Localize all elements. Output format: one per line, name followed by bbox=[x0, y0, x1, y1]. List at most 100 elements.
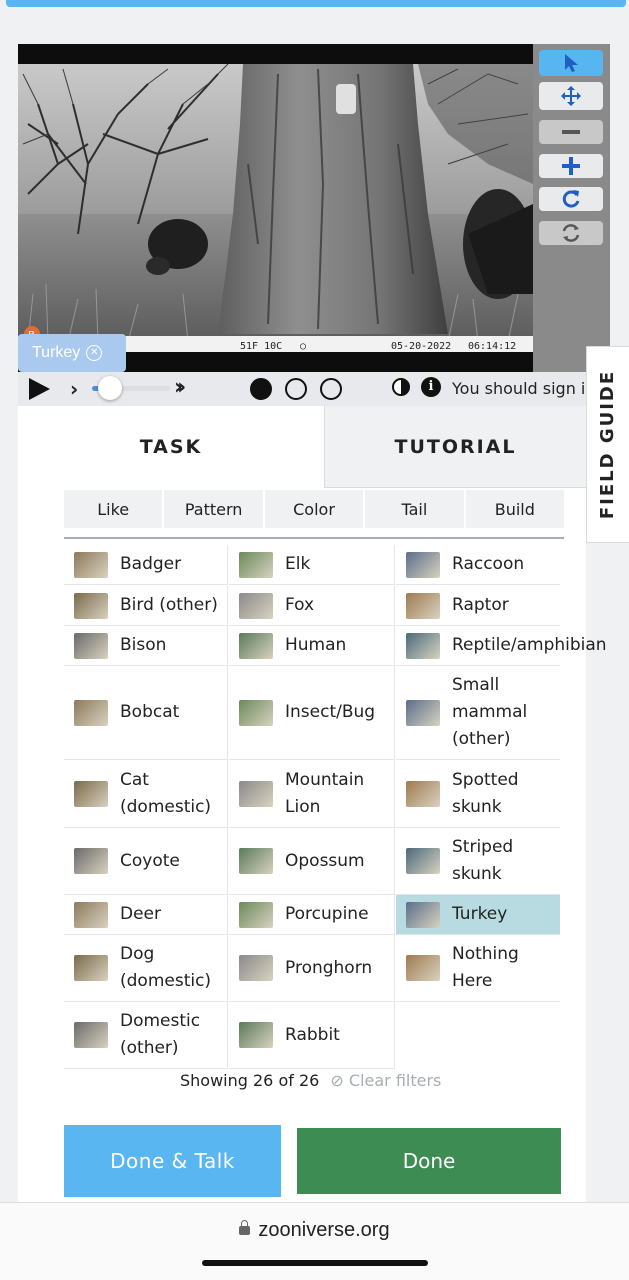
species-label: Fox bbox=[285, 592, 314, 619]
species-label-line: Insect/Bug bbox=[285, 702, 376, 722]
species-thumbnail bbox=[239, 901, 273, 928]
camera-trap-image[interactable]: 51F 10C ○ 05-20-2022 06:14:12 B bbox=[18, 44, 533, 372]
species-choice[interactable]: Cat (domestic) bbox=[64, 760, 228, 828]
species-thumbnail bbox=[74, 632, 108, 659]
zoom-out-button[interactable] bbox=[539, 120, 603, 144]
species-thumbnail bbox=[406, 632, 440, 659]
species-label: Bobcat bbox=[120, 699, 179, 726]
home-indicator[interactable] bbox=[202, 1260, 428, 1266]
fast-forward-icon[interactable]: ›› bbox=[174, 375, 186, 400]
frame-dot-3[interactable] bbox=[320, 378, 342, 400]
species-label-line: Coyote bbox=[120, 850, 180, 871]
species-choice[interactable]: Mountain Lion bbox=[229, 760, 395, 828]
species-choice[interactable]: Raccoon bbox=[396, 545, 560, 585]
speed-slider-handle[interactable] bbox=[98, 376, 122, 400]
selected-species-tag[interactable]: Turkey ✕ bbox=[18, 334, 126, 372]
species-choice[interactable]: Rabbit bbox=[229, 1002, 395, 1069]
rotate-button[interactable] bbox=[539, 187, 603, 211]
species-choice[interactable]: Badger bbox=[64, 545, 228, 585]
subject-viewer[interactable]: 51F 10C ○ 05-20-2022 06:14:12 B bbox=[18, 44, 610, 374]
species-label: Deer bbox=[120, 901, 161, 928]
species-label-line: Deer bbox=[120, 904, 161, 924]
species-choice[interactable]: Bobcat bbox=[64, 666, 228, 760]
reset-view-button[interactable] bbox=[539, 221, 603, 245]
clear-filters-button[interactable]: ⊘ Clear filters bbox=[330, 1071, 441, 1090]
species-choice[interactable]: Pronghorn bbox=[229, 935, 395, 1002]
species-label-line: Opossum bbox=[285, 850, 365, 871]
species-thumbnail bbox=[239, 780, 273, 807]
species-choice[interactable]: Opossum bbox=[229, 828, 395, 895]
species-label-line: Domestic bbox=[120, 1011, 201, 1031]
frame-dot-2[interactable] bbox=[285, 378, 307, 400]
filter-divider bbox=[64, 537, 564, 539]
species-choice[interactable]: Bird (other) bbox=[64, 586, 228, 626]
top-header-bar bbox=[0, 0, 629, 10]
select-tool-button[interactable] bbox=[539, 50, 603, 76]
tab-task[interactable]: TASK bbox=[18, 406, 324, 488]
image-tools-panel bbox=[533, 44, 610, 374]
done-button[interactable]: Done bbox=[297, 1128, 561, 1194]
species-choice[interactable]: Insect/Bug bbox=[229, 666, 395, 760]
species-label-line: (domestic) bbox=[120, 796, 212, 817]
species-thumbnail bbox=[74, 699, 108, 726]
species-choice[interactable]: Turkey bbox=[396, 895, 560, 935]
remove-tag-icon[interactable]: ✕ bbox=[86, 345, 103, 361]
species-thumbnail bbox=[239, 592, 273, 619]
species-label-line: skunk bbox=[452, 864, 502, 884]
refresh-icon bbox=[562, 224, 580, 242]
species-choice[interactable]: Dog (domestic) bbox=[64, 935, 228, 1002]
filter-like[interactable]: Like bbox=[64, 490, 163, 528]
step-forward-icon[interactable]: › bbox=[70, 377, 78, 401]
species-choice[interactable]: Coyote bbox=[64, 828, 228, 895]
species-label-line: Reptile/amphibian bbox=[452, 635, 607, 655]
species-label-line: Mountain bbox=[285, 769, 365, 790]
species-label: Nothing Here bbox=[452, 941, 519, 995]
species-label: Spotted skunk bbox=[452, 767, 519, 821]
species-thumbnail bbox=[406, 848, 440, 874]
species-label: Rabbit bbox=[285, 1022, 340, 1049]
species-label: Insect/Bug bbox=[285, 699, 375, 726]
zoom-in-button[interactable] bbox=[539, 154, 603, 178]
frame-dot-1[interactable] bbox=[250, 378, 272, 400]
cursor-arrow-icon bbox=[565, 54, 578, 72]
info-icon[interactable]: i bbox=[421, 377, 441, 397]
species-label-line: Dog bbox=[120, 944, 155, 964]
species-thumbnail bbox=[239, 848, 273, 874]
species-choice[interactable]: Domestic (other) bbox=[64, 1002, 228, 1069]
playback-bar: › ›› i You should sign in bbox=[18, 372, 610, 406]
species-choice[interactable]: Human bbox=[229, 626, 395, 666]
species-choice[interactable]: Elk bbox=[229, 545, 395, 585]
species-thumbnail bbox=[239, 632, 273, 659]
minus-icon bbox=[562, 130, 580, 134]
species-thumbnail bbox=[406, 551, 440, 578]
species-label-line: Here bbox=[452, 971, 493, 991]
filter-build[interactable]: Build bbox=[465, 490, 565, 528]
play-icon[interactable] bbox=[26, 376, 52, 402]
species-thumbnail bbox=[74, 780, 108, 807]
species-choice[interactable]: Deer bbox=[64, 895, 228, 935]
field-guide-tab[interactable]: FIELD GUIDE bbox=[586, 346, 629, 543]
species-choice[interactable]: Striped skunk bbox=[396, 828, 560, 895]
species-label: Domestic (other) bbox=[120, 1008, 200, 1062]
stamp-time: 06:14:12 bbox=[468, 341, 516, 352]
species-choice[interactable]: Spotted skunk bbox=[396, 760, 560, 828]
filter-tail[interactable]: Tail bbox=[365, 490, 464, 528]
invert-contrast-icon[interactable] bbox=[392, 378, 410, 396]
species-label-line: Bobcat bbox=[120, 702, 180, 722]
species-choice[interactable]: Raptor bbox=[396, 586, 560, 626]
filter-pattern[interactable]: Pattern bbox=[164, 490, 263, 528]
tab-tutorial[interactable]: TUTORIAL bbox=[324, 406, 586, 488]
species-choice[interactable]: Fox bbox=[229, 586, 395, 626]
species-choice[interactable]: Reptile/amphibian bbox=[396, 626, 607, 666]
species-choice[interactable]: Small mammal (other) bbox=[396, 666, 560, 760]
pan-tool-button[interactable] bbox=[539, 82, 603, 110]
species-choice[interactable]: Porcupine bbox=[229, 895, 395, 935]
species-thumbnail bbox=[406, 699, 440, 726]
species-choice[interactable]: Bison bbox=[64, 626, 228, 666]
url-text: zooniverse.org bbox=[258, 1219, 390, 1241]
species-thumbnail bbox=[239, 1022, 273, 1048]
species-choice[interactable]: Nothing Here bbox=[396, 935, 560, 1002]
browser-address-bar[interactable]: zooniverse.org bbox=[0, 1202, 629, 1280]
filter-color[interactable]: Color bbox=[264, 490, 364, 528]
done-and-talk-button[interactable]: Done & Talk bbox=[64, 1125, 281, 1197]
